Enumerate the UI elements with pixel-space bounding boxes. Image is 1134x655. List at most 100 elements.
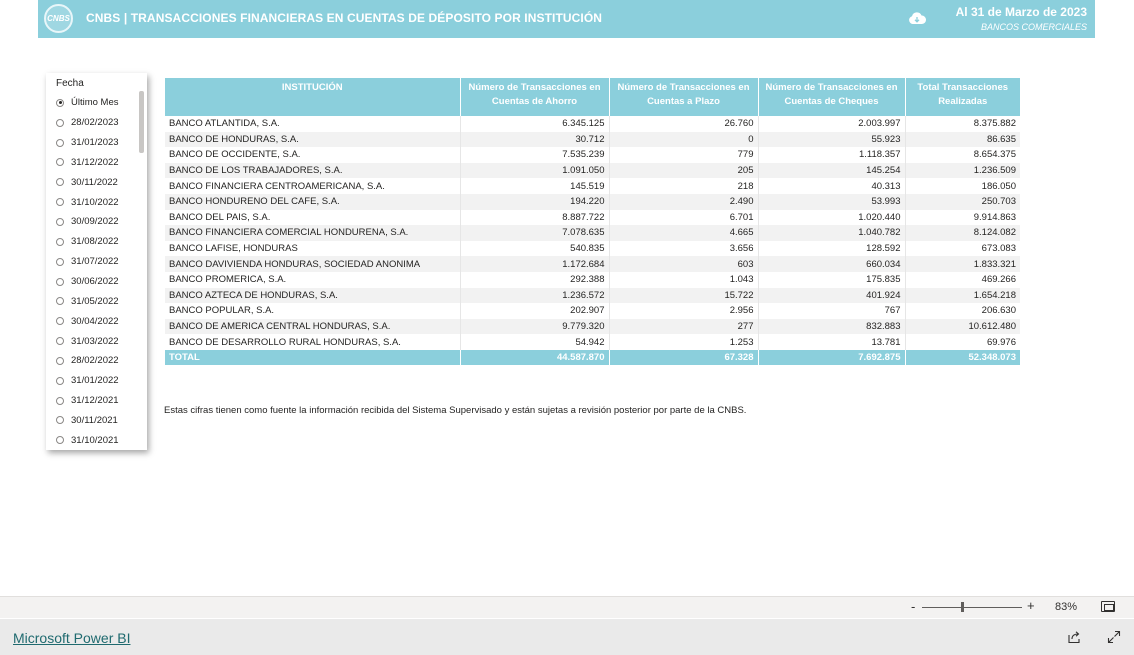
power-bi-link[interactable]: Microsoft Power BI (13, 630, 130, 646)
table-row[interactable]: BANCO FINANCIERA CENTROAMERICANA, S.A. 14… (165, 178, 1020, 194)
slicer-item[interactable]: 28/02/2023 (56, 113, 141, 133)
cell-total: 8.124.082 (905, 225, 1020, 241)
table-row[interactable]: BANCO FINANCIERA COMERCIAL HONDURENA, S.… (165, 225, 1020, 241)
share-icon[interactable] (1067, 630, 1081, 644)
zoom-slider-thumb[interactable] (961, 602, 964, 612)
radio-button-icon[interactable] (56, 317, 64, 326)
cloud-download-icon[interactable] (908, 11, 926, 25)
slicer-item[interactable]: 31/03/2022 (56, 331, 141, 351)
cell-total: 8.654.375 (973, 149, 1016, 161)
cell-cheques: 53.993 (758, 193, 906, 210)
radio-button-icon[interactable] (56, 198, 64, 207)
radio-button-icon[interactable] (56, 396, 64, 405)
table-row[interactable]: BANCO DAVIVIENDA HONDURAS, SOCIEDAD ANON… (165, 256, 1020, 272)
radio-button-icon[interactable] (56, 217, 64, 226)
radio-button-icon[interactable] (56, 98, 64, 107)
slicer-title: Fecha (56, 78, 84, 89)
radio-button-icon[interactable] (56, 257, 64, 266)
slicer-item[interactable]: 31/10/2022 (56, 192, 141, 212)
slicer-item-label: 30/11/2022 (71, 176, 118, 188)
slicer-item[interactable]: 31/12/2022 (56, 153, 141, 173)
cell-ahorro: 6.345.125 (460, 116, 610, 132)
cell-ahorro: 202.907 (460, 303, 610, 319)
slicer-item[interactable]: 30/11/2021 (56, 411, 141, 431)
fit-to-page-icon[interactable] (1101, 601, 1115, 612)
total-plazo: 67.328 (609, 349, 759, 365)
transactions-table: INSTITUCIÓN Número de Transacciones en C… (165, 78, 1020, 365)
cell-plazo: 2.490 (609, 193, 759, 210)
cell-ahorro: 7.078.635 (460, 225, 610, 241)
cell-cheques: 175.835 (758, 271, 906, 288)
cell-ahorro: 540.835 (460, 240, 610, 257)
slicer-item-label: 31/08/2022 (71, 236, 119, 248)
slicer-item[interactable]: 31/01/2023 (56, 133, 141, 153)
radio-button-icon[interactable] (56, 376, 64, 385)
header-institucion[interactable]: INSTITUCIÓN (165, 78, 461, 116)
zoom-slider-track[interactable] (922, 607, 1022, 608)
total-label: TOTAL (165, 349, 461, 365)
slicer-item-label: Último Mes (71, 97, 119, 109)
header-ahorro[interactable]: Número de Transacciones en Cuentas de Ah… (460, 78, 610, 116)
table-row[interactable]: BANCO POPULAR, S.A. 202.907 2.956 767 206.63… (165, 303, 1020, 319)
slicer-item[interactable]: Último Mes (56, 93, 141, 113)
slicer-item[interactable]: 30/11/2022 (56, 172, 141, 192)
cell-total: 9.914.863 (973, 211, 1016, 223)
zoom-out-button[interactable]: - (911, 599, 915, 614)
table-row[interactable]: BANCO PROMERICA, S.A. 292.388 1.043 175.835… (165, 271, 1020, 288)
fullscreen-icon[interactable] (1107, 630, 1121, 644)
radio-button-icon[interactable] (56, 297, 64, 306)
radio-button-icon[interactable] (56, 118, 64, 127)
table-row[interactable]: BANCO LAFISE, HONDURAS 540.835 3.656 128.59… (165, 240, 1020, 257)
table-row[interactable]: BANCO DEL PAIS, S.A. 8.887.722 6.701 1.020.… (165, 209, 1020, 226)
cell-ahorro: 1.172.684 (460, 256, 610, 272)
slicer-item[interactable]: 31/08/2022 (56, 232, 141, 252)
table-body: BANCO ATLANTIDA, S.A. 6.345.125 26.760 2.00… (165, 116, 1020, 350)
slicer-item-label: 31/12/2021 (71, 395, 119, 407)
radio-button-icon[interactable] (56, 277, 64, 286)
slicer-item[interactable]: 30/04/2022 (56, 311, 141, 331)
header-cheques[interactable]: Número de Transacciones en Cuentas de Ch… (758, 78, 906, 116)
slicer-item[interactable]: 28/02/2022 (56, 351, 141, 371)
cell-plazo: 218 (609, 178, 759, 194)
slicer-item[interactable]: 31/05/2022 (56, 291, 141, 311)
slicer-item-label: 31/03/2022 (71, 335, 119, 347)
radio-button-icon[interactable] (56, 158, 64, 167)
radio-button-icon[interactable] (56, 356, 64, 365)
cell-ahorro: 1.091.050 (460, 162, 610, 179)
radio-button-icon[interactable] (56, 178, 64, 187)
cell-plazo: 4.665 (609, 225, 759, 241)
cell-institucion: BANCO PROMERICA, S.A. (165, 271, 461, 288)
slicer-item[interactable]: 31/07/2022 (56, 252, 141, 272)
slicer-item[interactable]: 30/09/2022 (56, 212, 141, 232)
radio-button-icon[interactable] (56, 416, 64, 425)
cell-cheques: 660.034 (758, 256, 906, 272)
radio-button-icon[interactable] (56, 138, 64, 147)
radio-button-icon[interactable] (56, 436, 64, 445)
table-row[interactable]: BANCO DE LOS TRABAJADORES, S.A. 1.091.050… (165, 162, 1020, 179)
table-row[interactable]: BANCO DE HONDURAS, S.A. 30.712 0 55.923 86.6… (165, 131, 1020, 148)
table-row[interactable]: BANCO AZTECA DE HONDURAS, S.A. 1.236.572 1… (165, 287, 1020, 304)
slicer-item[interactable]: 30/06/2022 (56, 272, 141, 292)
radio-button-icon[interactable] (56, 337, 64, 346)
slicer-scrollbar[interactable] (139, 91, 144, 153)
slicer-item[interactable]: 31/10/2021 (56, 430, 141, 450)
slicer-item-label: 31/01/2023 (71, 137, 119, 149)
zoom-in-button[interactable]: + (1027, 598, 1035, 613)
cell-ahorro: 194.220 (460, 193, 610, 210)
table-row[interactable]: BANCO ATLANTIDA, S.A. 6.345.125 26.760 2.00… (165, 116, 1020, 132)
table-row[interactable]: BANCO HONDURENO DEL CAFE, S.A. 194.220 2.4… (165, 193, 1020, 210)
header-plazo[interactable]: Número de Transacciones en Cuentas a Pla… (609, 78, 759, 116)
cell-institucion: BANCO ATLANTIDA, S.A. (165, 116, 461, 132)
slicer-item[interactable]: 31/01/2022 (56, 371, 141, 391)
header-total[interactable]: Total Transacciones Realizadas (905, 78, 1020, 116)
table-row[interactable]: BANCO DE OCCIDENTE, S.A. 7.535.239 779 1.11… (165, 147, 1020, 163)
table-row[interactable]: BANCO DE DESARROLLO RURAL HONDURAS, S.A.… (165, 334, 1020, 350)
cell-institucion: BANCO LAFISE, HONDURAS (165, 240, 461, 257)
table-row[interactable]: BANCO DE AMERICA CENTRAL HONDURAS, S.A. 9… (165, 318, 1020, 335)
slicer-item-label: 28/02/2023 (71, 117, 119, 129)
cell-cheques: 767 (758, 303, 906, 319)
slicer-item[interactable]: 31/12/2021 (56, 391, 141, 411)
cell-total: 1.654.218 (905, 287, 1020, 304)
cell-institucion: BANCO AZTECA DE HONDURAS, S.A. (165, 287, 461, 304)
radio-button-icon[interactable] (56, 237, 64, 246)
